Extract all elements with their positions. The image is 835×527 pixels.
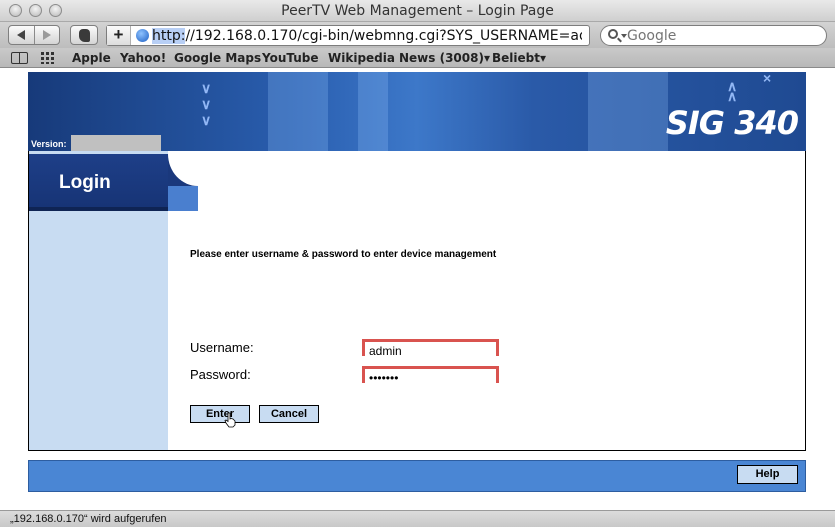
device-banner: ∨ ∨ ∨ ∧ ∧ × SIG 340 Version: [28,72,806,151]
bookmarks-bar: Apple Yahoo! Google Maps YouTube Wikiped… [0,48,835,68]
version-value-box [71,135,161,151]
status-text: „192.168.0.170“ wird aufgerufen [10,513,167,525]
browser-toolbar: + http://192.168.0.170/cgi-bin/webmng.cg… [0,22,835,48]
username-label: Username: [190,340,254,355]
password-label: Password: [190,367,251,382]
evernote-button[interactable] [70,25,98,45]
search-icon [608,29,618,39]
bookmark-apple[interactable]: Apple [72,51,111,65]
url-rest: //192.168.0.170/cgi-bin/webmng.cgi?SYS_U… [185,28,582,44]
chevron-down-icon: ∨ [201,112,212,128]
nav-buttons [8,25,60,45]
url-scheme: http: [152,28,186,44]
window-title: PeerTV Web Management – Login Page [281,3,554,19]
window-titlebar: PeerTV Web Management – Login Page [0,0,835,22]
device-brand: SIG 340 [665,104,799,142]
hand-pointer-icon [224,412,236,428]
chevron-down-icon: ∨ [201,96,212,112]
cancel-button[interactable]: Cancel [259,405,319,423]
nav-separator [34,26,35,44]
banner-streak [358,72,388,151]
banner-streak [268,72,328,151]
bookmark-news[interactable]: News (3008)▾ [399,51,490,65]
login-tab: Login [29,154,198,211]
password-input[interactable] [365,372,496,384]
search-input[interactable] [627,27,817,44]
bookmark-youtube[interactable]: YouTube [262,51,319,65]
version-label: Version: [31,139,67,149]
password-field[interactable] [362,366,499,384]
status-bar: „192.168.0.170“ wird aufgerufen [0,510,835,527]
bookmark-wikipedia[interactable]: Wikipedia [328,51,395,65]
top-sites-grid-icon[interactable] [41,52,55,64]
login-instruction: Please enter username & password to ente… [190,249,497,260]
banner-streak [588,72,668,151]
url-text[interactable]: http://192.168.0.170/cgi-bin/webmng.cgi?… [152,28,582,44]
add-bookmark-plus-icon[interactable]: + [107,26,131,45]
footer-bar: Help [28,460,806,492]
globe-icon [136,29,149,42]
help-button[interactable]: Help [737,465,798,484]
search-field[interactable] [600,25,827,46]
bookmark-beliebt[interactable]: Beliebt▾ [492,51,546,65]
bookmarks-book-icon[interactable] [11,52,28,64]
bookmark-yahoo[interactable]: Yahoo! [120,51,166,65]
login-heading: Login [59,172,111,193]
bookmark-google-maps[interactable]: Google Maps [174,51,261,65]
username-input[interactable] [365,345,496,357]
login-tab-accent [168,186,198,211]
chevron-up-icon: ∧ [727,88,738,104]
login-panel: Login Please enter username & password t… [28,151,806,451]
chevron-down-icon: ∨ [201,80,212,96]
forward-arrow-icon[interactable] [43,30,51,40]
back-arrow-icon[interactable] [17,30,25,40]
address-bar[interactable]: + http://192.168.0.170/cgi-bin/webmng.cg… [106,25,590,46]
login-tab-curve [168,154,198,186]
x-mark-icon: × [763,72,772,86]
username-field[interactable] [362,339,499,357]
evernote-elephant-icon [79,29,90,42]
enter-button[interactable]: Enter [190,405,250,423]
